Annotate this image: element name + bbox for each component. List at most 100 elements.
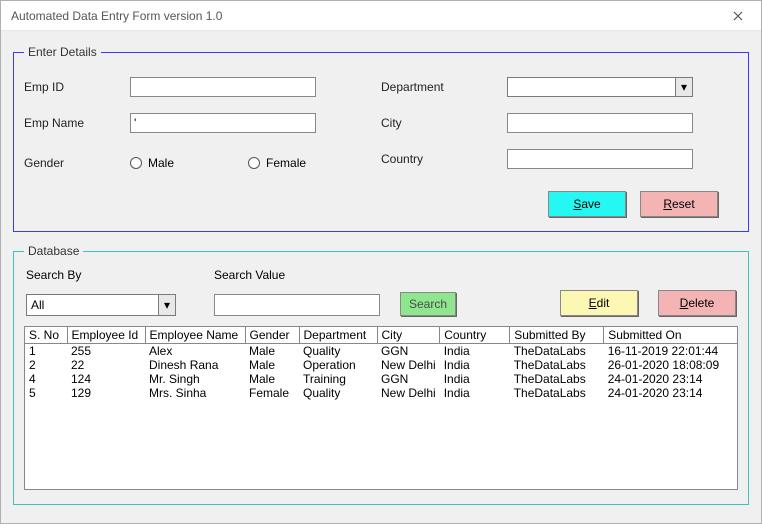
cell-eid: 124 [67,372,145,386]
search-by-label: Search By [26,268,194,284]
window-title: Automated Data Entry Form version 1.0 [11,9,715,23]
cell-city: GGN [377,372,440,386]
database-legend: Database [24,244,83,258]
search-button[interactable]: Search [400,292,456,316]
cell-son: 26-01-2020 18:08:09 [604,358,737,372]
cell-sby: TheDataLabs [510,386,604,400]
cell-sno: 5 [25,386,67,400]
cell-name: Mrs. Sinha [145,386,245,400]
cell-son: 24-01-2020 23:14 [604,386,737,400]
cell-eid: 129 [67,386,145,400]
save-label-rest: ave [581,197,600,211]
emp-name-label: Emp Name [24,116,130,130]
cell-dept: Operation [299,358,377,372]
titlebar: Automated Data Entry Form version 1.0 [1,1,761,31]
table-row[interactable]: 4124Mr. SinghMaleTrainingGGNIndiaTheData… [25,372,737,386]
gender-female-radio[interactable]: Female [248,156,306,170]
department-label: Department [381,80,507,94]
cell-sby: TheDataLabs [510,344,604,359]
content-area: Enter Details Emp ID Emp Name Gender [1,31,761,529]
cell-city: GGN [377,344,440,359]
search-by-select[interactable]: All ▾ [26,294,176,316]
app-window: Automated Data Entry Form version 1.0 En… [0,0,762,524]
cell-city: New Delhi [377,358,440,372]
reset-label-rest: eset [672,197,695,211]
database-group: Database Search By All ▾ Search Value Se… [13,244,749,505]
col-sby[interactable]: Submitted By [510,327,604,344]
cell-city: New Delhi [377,386,440,400]
cell-name: Dinesh Rana [145,358,245,372]
radio-icon [248,157,260,169]
reset-label-u: R [663,197,672,211]
cell-dept: Training [299,372,377,386]
edit-button[interactable]: Edit [560,290,638,316]
search-value-input[interactable] [214,294,380,316]
city-label: City [381,116,507,130]
col-name[interactable]: Employee Name [145,327,245,344]
country-input[interactable] [507,149,693,169]
search-label: Search [409,297,447,311]
cell-gender: Male [245,358,299,372]
cell-dept: Quality [299,386,377,400]
cell-gender: Male [245,372,299,386]
search-value-label: Search Value [214,268,380,284]
save-label-u: S [573,197,581,211]
col-dept[interactable]: Department [299,327,377,344]
cell-gender: Female [245,386,299,400]
col-son[interactable]: Submitted On [604,327,737,344]
cell-son: 16-11-2019 22:01:44 [604,344,737,359]
table-row[interactable]: 5129Mrs. SinhaFemaleQualityNew DelhiIndi… [25,386,737,400]
gender-male-radio[interactable]: Male [130,156,174,170]
delete-label-u: D [680,296,689,310]
gender-label: Gender [24,156,130,170]
radio-icon [130,157,142,169]
cell-eid: 255 [67,344,145,359]
data-grid[interactable]: S. No Employee Id Employee Name Gender D… [24,326,738,490]
enter-details-legend: Enter Details [24,45,101,59]
chevron-down-icon: ▾ [158,295,175,315]
cell-dept: Quality [299,344,377,359]
delete-label-rest: elete [688,296,714,310]
col-city[interactable]: City [377,327,440,344]
table-row[interactable]: 222Dinesh RanaMaleOperationNew DelhiIndi… [25,358,737,372]
cell-country: India [440,386,510,400]
edit-label-u: E [589,296,597,310]
emp-id-label: Emp ID [24,80,130,94]
cell-eid: 22 [67,358,145,372]
cell-sno: 4 [25,372,67,386]
gender-male-label: Male [148,156,174,170]
emp-id-input[interactable] [130,77,316,97]
col-gender[interactable]: Gender [245,327,299,344]
cell-country: India [440,358,510,372]
search-by-value: All [31,298,44,312]
city-input[interactable] [507,113,693,133]
table-row[interactable]: 1255AlexMaleQualityGGNIndiaTheDataLabs16… [25,344,737,359]
cell-sby: TheDataLabs [510,372,604,386]
department-combo[interactable]: ▾ [507,77,693,97]
cell-son: 24-01-2020 23:14 [604,372,737,386]
col-emp-id[interactable]: Employee Id [67,327,145,344]
save-button[interactable]: Save [548,191,626,217]
col-country[interactable]: Country [440,327,510,344]
cell-sby: TheDataLabs [510,358,604,372]
gender-female-label: Female [266,156,306,170]
chevron-down-icon: ▾ [675,78,692,96]
col-sno[interactable]: S. No [25,327,67,344]
cell-sno: 2 [25,358,67,372]
reset-button[interactable]: Reset [640,191,718,217]
country-label: Country [381,152,507,166]
cell-sno: 1 [25,344,67,359]
enter-details-group: Enter Details Emp ID Emp Name Gender [13,45,749,232]
cell-name: Alex [145,344,245,359]
cell-country: India [440,344,510,359]
cell-gender: Male [245,344,299,359]
delete-button[interactable]: Delete [658,290,736,316]
cell-name: Mr. Singh [145,372,245,386]
gender-radios: Male Female [130,156,306,170]
grid-header-row: S. No Employee Id Employee Name Gender D… [25,327,737,344]
close-button[interactable] [715,1,761,31]
edit-label-rest: dit [597,296,610,310]
close-icon [733,11,743,21]
emp-name-input[interactable] [130,113,316,133]
cell-country: India [440,372,510,386]
